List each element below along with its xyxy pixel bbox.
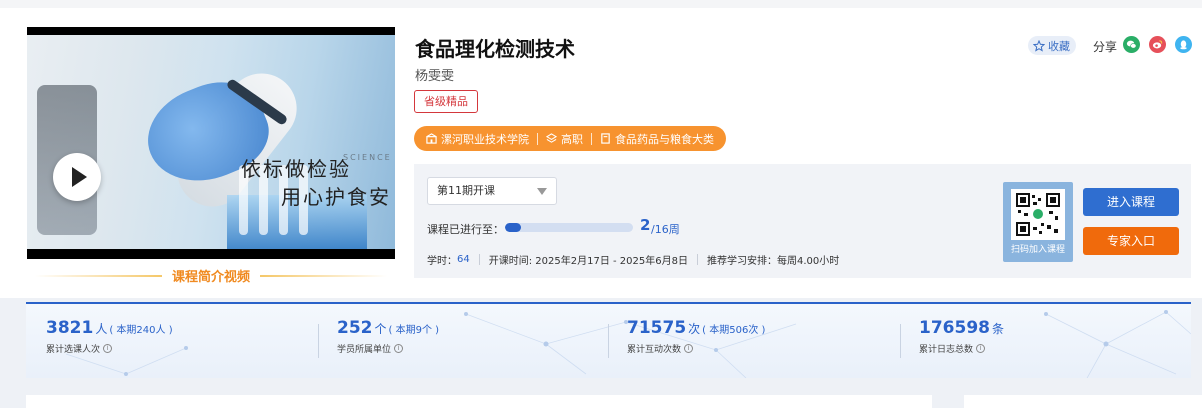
hours-value: 64 xyxy=(457,254,470,265)
stat-logs: 176598 条 累计日志总数 i xyxy=(919,318,1006,355)
stat-unit: 次 xyxy=(688,322,701,336)
tag-divider xyxy=(591,132,592,145)
stat-sub: ( 本期9个 ) xyxy=(388,325,440,336)
tag-divider xyxy=(537,132,538,145)
favorite-label: 收藏 xyxy=(1048,39,1070,53)
stat-label: 学员所属单位 xyxy=(337,345,392,355)
term-select-value: 第11期开课 xyxy=(437,184,495,197)
video-caption-text: 课程简介视频 xyxy=(161,270,260,285)
course-title: 食品理化检测技术 xyxy=(415,37,575,61)
stat-unit: 个 xyxy=(374,322,387,336)
progress-total: /16周 xyxy=(651,223,680,236)
course-dates: 开课时间: 2025年2月17日 - 2025年6月8日 xyxy=(488,256,688,267)
tag-school[interactable]: 漯河职业技术学院 xyxy=(426,131,529,147)
teacher-name[interactable]: 杨雯雯 xyxy=(415,65,454,84)
stat-label: 累计日志总数 xyxy=(919,345,974,355)
stats-bar: 3821 人( 本期240人 ) 累计选课人次 i 252 个( 本期9个 ) 学员所… xyxy=(26,302,1191,378)
enter-course-button[interactable]: 进入课程 xyxy=(1083,188,1179,216)
stat-enrollments: 3821 人( 本期240人 ) 累计选课人次 i xyxy=(46,318,173,355)
course-meta: 学时： 64 开课时间: 2025年2月17日 - 2025年6月8日 推荐学习… xyxy=(427,252,839,267)
expert-entry-button[interactable]: 专家入口 xyxy=(1083,227,1179,255)
stat-divider xyxy=(900,324,901,358)
stat-units: 252 个( 本期9个 ) 学员所属单位 i xyxy=(337,318,439,355)
stat-value: 176598 xyxy=(919,318,990,338)
top-strip xyxy=(0,0,1202,8)
hours-label: 学时： xyxy=(427,256,457,267)
progress-label: 课程已进行至： xyxy=(427,223,504,236)
progress-bar xyxy=(505,223,633,232)
info-icon[interactable]: i xyxy=(684,344,694,353)
term-select[interactable]: 第11期开课 xyxy=(427,177,557,205)
video-thumbnail: 依标做检验 用心护食安 SCIENCE xyxy=(27,35,395,249)
layers-icon xyxy=(546,133,557,143)
tag-level-label: 高职 xyxy=(561,132,583,146)
progress-fill xyxy=(505,223,521,232)
book-icon xyxy=(601,133,610,144)
info-icon[interactable]: i xyxy=(103,344,113,353)
stat-divider xyxy=(318,324,319,358)
intro-video[interactable]: 依标做检验 用心护食安 SCIENCE xyxy=(27,27,395,259)
qq-icon xyxy=(1180,40,1187,50)
play-icon[interactable] xyxy=(53,153,101,201)
tag-level[interactable]: 高职 xyxy=(546,131,583,147)
qr-caption: 扫码加入课程 xyxy=(1010,245,1065,255)
video-science-text: SCIENCE xyxy=(343,153,392,162)
qr-code xyxy=(1011,189,1065,240)
study-schedule: 推荐学习安排：每周4.00小时 xyxy=(706,256,840,267)
progress-current: 2 xyxy=(640,216,651,234)
content-panel-right xyxy=(964,395,1202,408)
stat-value: 3821 xyxy=(46,318,94,338)
stat-value: 71575 xyxy=(627,318,687,338)
stat-sub: ( 本期506次 ) xyxy=(702,325,766,336)
qr-join[interactable]: 扫码加入课程 xyxy=(1003,182,1073,262)
meta-divider xyxy=(696,254,698,265)
favorite-button[interactable]: 收藏 xyxy=(1028,36,1076,55)
term-panel: 第11期开课 课程已进行至： 2 /16周 学时： 64 开课时间: 2025年… xyxy=(414,164,1191,278)
chevron-down-icon xyxy=(537,188,547,195)
course-tags: 漯河职业技术学院 高职 食品药品与粮食大类 xyxy=(414,126,726,151)
info-icon[interactable]: i xyxy=(394,344,404,353)
star-icon xyxy=(1033,39,1045,52)
stat-unit: 人 xyxy=(95,322,108,336)
wechat-icon xyxy=(1126,40,1137,49)
qr-code-icon xyxy=(1016,193,1060,236)
content-panel-left xyxy=(26,395,932,408)
weibo-icon xyxy=(1152,40,1163,49)
stat-sub: ( 本期240人 ) xyxy=(109,325,173,336)
video-slogan-1: 依标做检验 xyxy=(241,157,351,181)
video-caption: 课程简介视频 xyxy=(35,266,387,285)
stat-divider xyxy=(608,324,609,358)
stat-unit: 条 xyxy=(991,322,1004,336)
stat-value: 252 xyxy=(337,318,373,338)
wechat-share-button[interactable] xyxy=(1123,36,1140,53)
stat-label: 累计互动次数 xyxy=(627,345,682,355)
meta-divider xyxy=(478,254,480,265)
tag-category[interactable]: 食品药品与粮食大类 xyxy=(600,131,714,147)
tag-category-label: 食品药品与粮食大类 xyxy=(615,132,714,146)
weibo-share-button[interactable] xyxy=(1149,36,1166,53)
tag-school-label: 漯河职业技术学院 xyxy=(441,132,529,146)
school-icon xyxy=(426,133,437,144)
stat-interactions: 71575 次( 本期506次 ) 累计互动次数 i xyxy=(627,318,765,355)
qq-share-button[interactable] xyxy=(1175,36,1192,53)
stat-label: 累计选课人次 xyxy=(46,345,101,355)
video-slogan-2: 用心护食安 xyxy=(281,185,391,209)
level-badge: 省级精品 xyxy=(414,90,478,113)
share-label: 分享 xyxy=(1093,40,1118,54)
info-icon[interactable]: i xyxy=(976,344,986,353)
